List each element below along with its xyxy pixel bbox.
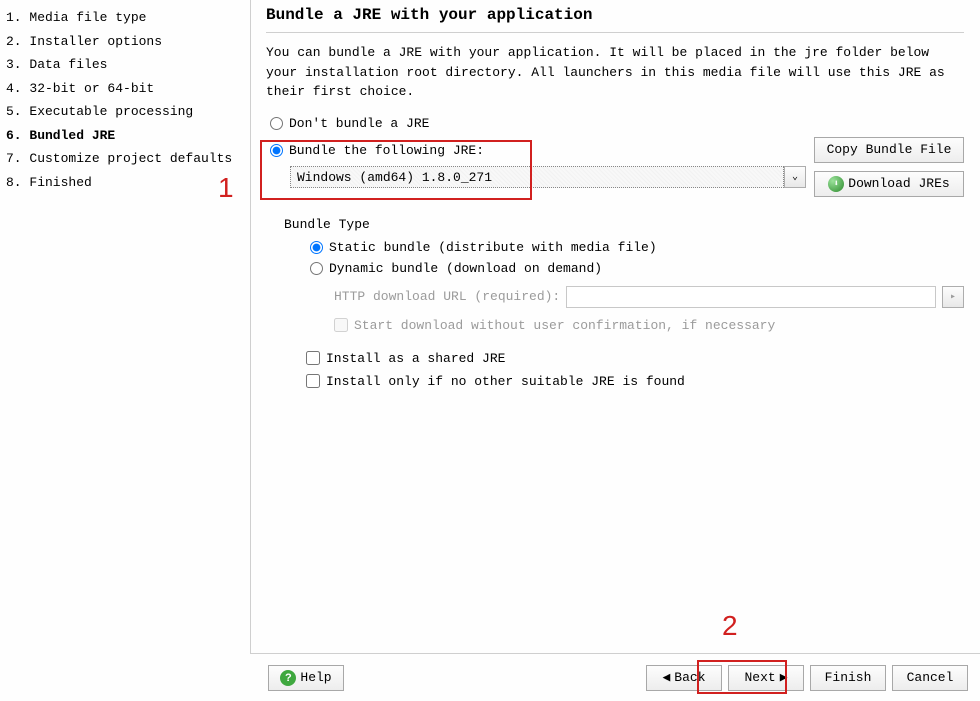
radio-dont-bundle[interactable] bbox=[270, 117, 283, 130]
chk-only-if-row[interactable]: Install only if no other suitable JRE is… bbox=[306, 374, 964, 389]
radio-dynamic-row[interactable]: Dynamic bundle (download on demand) bbox=[306, 261, 964, 276]
arrow-left-icon: ◀ bbox=[662, 670, 670, 685]
radio-dont-bundle-row[interactable]: Don't bundle a JRE bbox=[266, 116, 964, 131]
help-button[interactable]: ? Help bbox=[268, 665, 344, 691]
sidebar-item-media-file-type[interactable]: 1. Media file type bbox=[4, 6, 246, 30]
download-jres-label: Download JREs bbox=[848, 176, 949, 191]
chk-start-download bbox=[334, 318, 348, 332]
http-url-row: HTTP download URL (required): ▸ bbox=[334, 286, 964, 308]
wizard-footer: ? Help ◀ Back Next ▶ Finish Cancel bbox=[250, 653, 980, 701]
main-panel: Bundle a JRE with your application You c… bbox=[250, 0, 980, 701]
chk-shared-row[interactable]: Install as a shared JRE bbox=[306, 351, 964, 366]
wizard-sidebar: 1. Media file type 2. Installer options … bbox=[0, 0, 250, 701]
chevron-down-icon[interactable]: ⌄ bbox=[784, 166, 806, 188]
globe-icon: ⬇ bbox=[828, 176, 844, 192]
page-title: Bundle a JRE with your application bbox=[266, 6, 964, 24]
http-url-label: HTTP download URL (required): bbox=[334, 289, 560, 304]
sidebar-item-data-files[interactable]: 3. Data files bbox=[4, 53, 246, 77]
sidebar-item-executable-processing[interactable]: 5. Executable processing bbox=[4, 100, 246, 124]
radio-static-row[interactable]: Static bundle (distribute with media fil… bbox=[306, 240, 964, 255]
radio-static-label: Static bundle (distribute with media fil… bbox=[329, 240, 657, 255]
sidebar-item-installer-options[interactable]: 2. Installer options bbox=[4, 30, 246, 54]
title-divider bbox=[266, 32, 964, 33]
chk-only-if-label: Install only if no other suitable JRE is… bbox=[326, 374, 685, 389]
radio-dynamic[interactable] bbox=[310, 262, 323, 275]
cancel-label: Cancel bbox=[907, 670, 954, 685]
copy-bundle-file-label: Copy Bundle File bbox=[827, 142, 952, 157]
sidebar-item-customize-project-defaults[interactable]: 7. Customize project defaults bbox=[4, 147, 246, 171]
chk-only-if[interactable] bbox=[306, 374, 320, 388]
radio-bundle-following[interactable] bbox=[270, 144, 283, 157]
arrow-right-icon: ▶ bbox=[780, 670, 788, 685]
radio-bundle-following-label: Bundle the following JRE: bbox=[289, 143, 484, 158]
radio-bundle-following-row[interactable]: Bundle the following JRE: bbox=[266, 143, 806, 158]
chk-start-download-label: Start download without user confirmation… bbox=[354, 318, 775, 333]
bundle-type-label: Bundle Type bbox=[284, 217, 964, 232]
copy-bundle-file-button[interactable]: Copy Bundle File bbox=[814, 137, 964, 163]
cancel-button[interactable]: Cancel bbox=[892, 665, 968, 691]
back-label: Back bbox=[674, 670, 705, 685]
sidebar-item-finished[interactable]: 8. Finished bbox=[4, 171, 246, 195]
http-url-input bbox=[566, 286, 936, 308]
chk-shared[interactable] bbox=[306, 351, 320, 365]
help-label: Help bbox=[300, 670, 331, 685]
radio-static[interactable] bbox=[310, 241, 323, 254]
finish-label: Finish bbox=[825, 670, 872, 685]
help-icon: ? bbox=[280, 670, 296, 686]
next-button[interactable]: Next ▶ bbox=[728, 665, 804, 691]
page-description: You can bundle a JRE with your applicati… bbox=[266, 43, 964, 102]
next-label: Next bbox=[744, 670, 775, 685]
jre-dropdown-value: Windows (amd64) 1.8.0_271 bbox=[290, 166, 784, 188]
download-jres-button[interactable]: ⬇ Download JREs bbox=[814, 171, 964, 197]
radio-dont-bundle-label: Don't bundle a JRE bbox=[289, 116, 429, 131]
sidebar-item-32bit-or-64bit[interactable]: 4. 32-bit or 64-bit bbox=[4, 77, 246, 101]
sidebar-item-bundled-jre[interactable]: 6. Bundled JRE bbox=[4, 124, 246, 148]
back-button[interactable]: ◀ Back bbox=[646, 665, 722, 691]
finish-button[interactable]: Finish bbox=[810, 665, 886, 691]
jre-dropdown[interactable]: Windows (amd64) 1.8.0_271 ⌄ bbox=[290, 166, 806, 188]
chk-start-download-row: Start download without user confirmation… bbox=[334, 318, 964, 333]
chk-shared-label: Install as a shared JRE bbox=[326, 351, 505, 366]
arrow-right-icon: ▸ bbox=[942, 286, 964, 308]
radio-dynamic-label: Dynamic bundle (download on demand) bbox=[329, 261, 602, 276]
